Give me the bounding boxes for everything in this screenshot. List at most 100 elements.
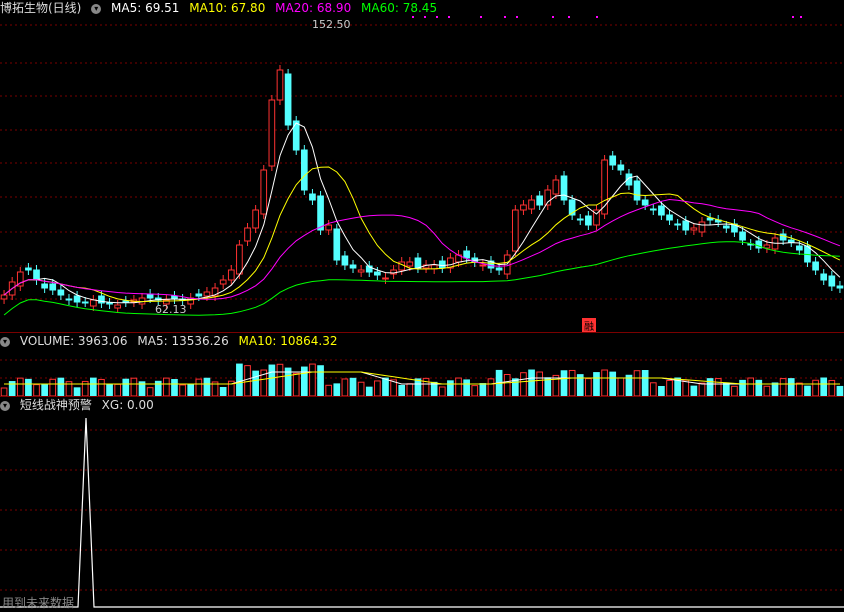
volume-bar [585,378,592,397]
volume-bar [690,385,698,397]
volume-ma10-label: MA10: 10864.32 [238,334,338,348]
candle-body [658,205,665,216]
volume-bar [722,382,730,397]
volume-bar [0,387,8,397]
candle-body [252,209,259,229]
volume-bar [779,378,787,397]
candle-body [682,220,690,231]
volume-bar [796,382,803,397]
volume-bar [163,377,170,397]
marker-dot [516,16,518,18]
candle-body [106,302,113,305]
candle-body [317,195,324,231]
candle-body [195,293,203,297]
ma-line [4,371,840,385]
volume-bar [236,363,243,397]
candle-body [414,257,422,269]
volume-bar [73,387,81,397]
chevron-down-icon[interactable]: ▾ [0,336,10,347]
candle-body [641,199,649,206]
indicator-xg: XG: 0.00 [101,398,154,412]
volume-bar [601,369,608,397]
volume-bar [438,386,446,397]
volume-bar [179,384,186,397]
candle-body [325,224,333,231]
candle-body [812,261,819,271]
candle-body [698,221,706,233]
volume-bar [747,377,755,397]
candle-body [463,250,470,259]
volume-bar [406,383,414,397]
margin-tag: 融 [582,318,596,333]
candle-body [25,267,32,271]
volume-bar [333,383,341,397]
candle-body [300,149,308,191]
volume-bar [536,371,544,397]
marker-dot [448,16,450,18]
candle-body [33,269,40,281]
volume-bar [374,380,381,397]
volume-bar [276,363,284,397]
volume-bar [219,386,227,397]
volume-bar [252,370,259,397]
ma-line [3,241,840,316]
volume-bar [146,387,154,397]
candle-body [828,275,836,287]
candle-body [89,299,97,307]
volume-bar [568,369,576,397]
volume-bar [122,378,130,397]
volume-bar [560,370,568,397]
volume-bar [98,378,105,397]
volume-bar [357,381,365,397]
volume-bar [836,385,844,397]
volume-bar [106,384,113,397]
marker-dot [436,16,438,18]
volume-bar [804,385,811,397]
candle-body [309,193,316,201]
candle-body [836,285,844,289]
candle-body [763,244,771,249]
volume-bar [16,377,24,397]
candle-body [406,261,414,267]
volume-bar [658,385,665,397]
candle-body [528,199,535,210]
volume-ma5-label: MA5: 13536.26 [137,334,229,348]
candle-body [268,99,276,167]
candle-body [227,269,235,281]
candle-body [244,227,251,242]
candle-body [122,300,130,303]
candle-body [674,223,681,226]
candle-body [585,215,592,226]
volume-label: VOLUME: 3963.06 [19,334,128,348]
candle-body [666,214,673,221]
candle-body [576,218,584,221]
candle-body [690,227,698,231]
volume-bar [292,372,300,397]
volume-bar [349,377,357,397]
volume-bar [820,377,828,397]
volume-bar [57,377,65,397]
candle-body [49,283,57,291]
volume-bar [714,378,722,397]
volume-bar [41,383,48,397]
candle-body [520,204,527,211]
candle-body [609,155,617,166]
candle-body [333,228,341,261]
candle-body [536,195,544,206]
volume-bar [641,370,649,397]
indicator-name: 短线战神预警 [19,398,92,412]
volume-bar [787,378,795,397]
volume-bar [455,377,462,397]
xg-line [0,417,844,608]
candle-body [495,267,503,271]
candle-body [617,164,625,171]
volume-bar [739,379,746,397]
candle-body [820,273,828,281]
kline-chart[interactable] [0,0,844,612]
candle-body [796,245,803,251]
candle-body [739,231,746,241]
candle-body [479,264,487,267]
volume-bar [649,382,657,397]
chevron-down-icon[interactable]: ▾ [0,400,10,411]
volume-bar [341,378,349,397]
